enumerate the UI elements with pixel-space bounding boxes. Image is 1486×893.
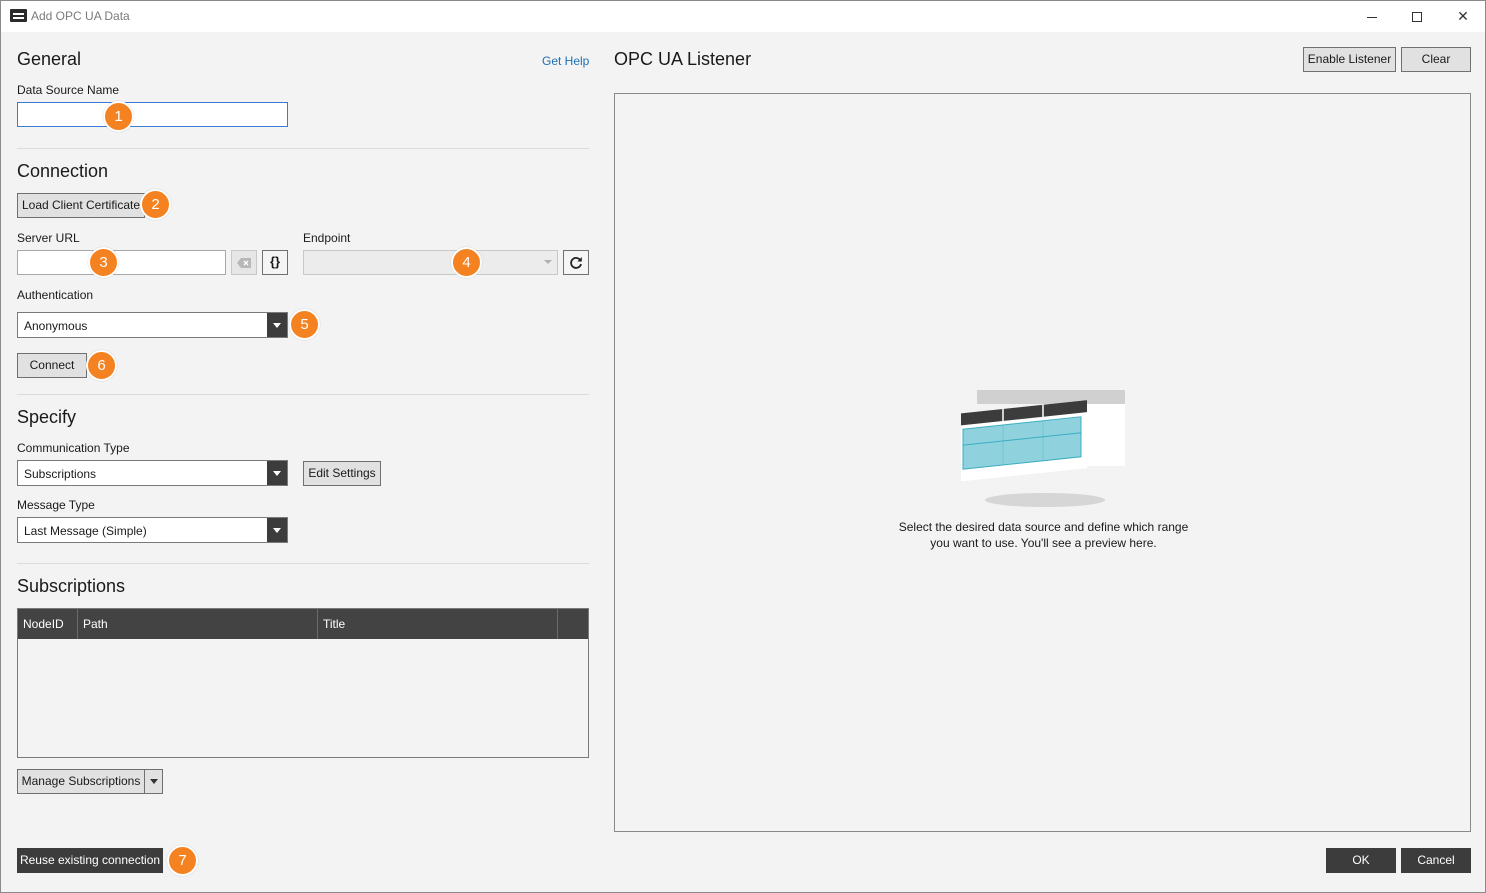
maximize-icon bbox=[1412, 12, 1422, 23]
backspace-icon bbox=[237, 258, 251, 268]
message-type-value: Last Message (Simple) bbox=[24, 524, 147, 538]
callout-badge-5: 5 bbox=[289, 309, 320, 340]
refresh-endpoints-button[interactable] bbox=[563, 250, 589, 275]
callout-badge-2: 2 bbox=[140, 189, 171, 220]
minimize-button[interactable] bbox=[1349, 1, 1395, 32]
authentication-label: Authentication bbox=[17, 288, 94, 302]
callout-badge-7: 7 bbox=[167, 845, 198, 876]
communication-type-label: Communication Type bbox=[17, 441, 130, 455]
callout-badge-3: 3 bbox=[88, 247, 119, 278]
get-help-link[interactable]: Get Help bbox=[542, 54, 589, 68]
section-divider bbox=[17, 148, 589, 149]
maximize-button[interactable] bbox=[1394, 1, 1440, 32]
clear-button[interactable]: Clear bbox=[1401, 47, 1471, 72]
listener-heading: OPC UA Listener bbox=[614, 49, 752, 69]
authentication-select[interactable]: Anonymous bbox=[17, 312, 288, 338]
load-client-certificate-button[interactable]: Load Client Certificate bbox=[17, 193, 145, 218]
reuse-existing-connection-button[interactable]: Reuse existing connection bbox=[17, 848, 163, 873]
manage-subscriptions-dropdown[interactable] bbox=[146, 770, 162, 793]
chevron-down-icon bbox=[267, 461, 287, 485]
callout-badge-4: 4 bbox=[451, 247, 482, 278]
column-header-title[interactable]: Title bbox=[318, 609, 558, 639]
message-type-select[interactable]: Last Message (Simple) bbox=[17, 517, 288, 543]
app-logo-icon bbox=[10, 9, 27, 22]
section-divider bbox=[17, 394, 589, 395]
data-source-name-label: Data Source Name bbox=[17, 83, 120, 97]
subscriptions-heading: Subscriptions bbox=[17, 576, 126, 596]
chevron-down-icon bbox=[267, 518, 287, 542]
clear-url-button[interactable] bbox=[231, 250, 257, 275]
close-icon: ✕ bbox=[1457, 8, 1469, 24]
minimize-icon bbox=[1367, 16, 1377, 18]
column-header-nodeid[interactable]: NodeID bbox=[18, 609, 78, 639]
column-header-path[interactable]: Path bbox=[78, 609, 318, 639]
manage-subscriptions-split-button[interactable]: Manage Subscriptions bbox=[17, 769, 163, 794]
preview-panel: Select the desired data source and defin… bbox=[614, 93, 1471, 832]
callout-badge-6: 6 bbox=[86, 350, 117, 381]
ok-button[interactable]: OK bbox=[1326, 848, 1396, 873]
communication-type-select[interactable]: Subscriptions bbox=[17, 460, 288, 486]
cancel-button[interactable]: Cancel bbox=[1401, 848, 1471, 873]
preview-hint-line-1: Select the desired data source and defin… bbox=[898, 520, 1189, 534]
chevron-down-icon bbox=[544, 260, 552, 264]
close-button[interactable]: ✕ bbox=[1440, 1, 1486, 32]
data-source-name-input[interactable] bbox=[17, 102, 288, 127]
section-divider bbox=[17, 563, 589, 564]
title-bar: Add OPC UA Data ✕ bbox=[1, 1, 1485, 32]
specify-heading: Specify bbox=[17, 407, 77, 427]
variables-button[interactable]: {} bbox=[262, 250, 288, 275]
manage-subscriptions-button[interactable]: Manage Subscriptions bbox=[18, 770, 145, 793]
dialog-window: Add OPC UA Data ✕ General Get Help Data … bbox=[0, 0, 1486, 893]
endpoint-dropdown-arrow-wrapper bbox=[303, 250, 558, 275]
server-url-input[interactable] bbox=[17, 250, 226, 275]
braces-icon: {} bbox=[269, 254, 281, 269]
chevron-down-icon bbox=[267, 313, 287, 337]
message-type-label: Message Type bbox=[17, 498, 95, 512]
table-illustration-icon bbox=[961, 390, 1125, 507]
authentication-value: Anonymous bbox=[24, 319, 88, 333]
refresh-icon bbox=[570, 257, 582, 269]
general-heading: General bbox=[17, 49, 82, 69]
callout-badge-1: 1 bbox=[103, 101, 134, 132]
endpoint-label: Endpoint bbox=[303, 231, 351, 245]
table-header: NodeID Path Title bbox=[18, 609, 588, 639]
preview-hint-line-2: you want to use. You'll see a preview he… bbox=[930, 536, 1157, 550]
server-url-label: Server URL bbox=[17, 231, 80, 245]
subscriptions-table[interactable]: NodeID Path Title bbox=[17, 608, 589, 758]
connect-button[interactable]: Connect bbox=[17, 353, 87, 378]
window-title: Add OPC UA Data bbox=[31, 9, 130, 23]
connection-heading: Connection bbox=[17, 161, 109, 181]
edit-settings-button[interactable]: Edit Settings bbox=[303, 461, 381, 486]
communication-type-value: Subscriptions bbox=[24, 467, 97, 481]
enable-listener-button[interactable]: Enable Listener bbox=[1303, 47, 1396, 72]
